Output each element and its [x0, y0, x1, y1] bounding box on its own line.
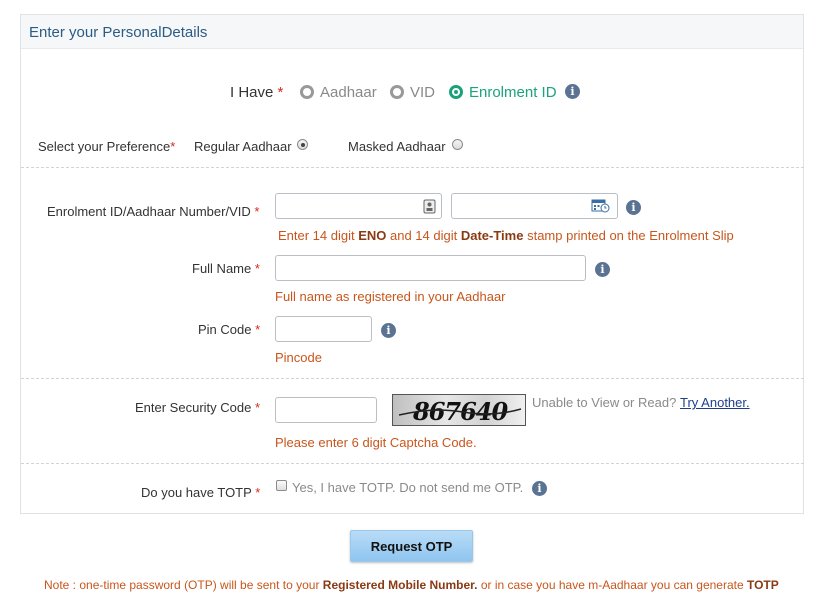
enrolment-id-radio[interactable]: [449, 85, 463, 99]
enrolment-hint: Enter 14 digit ENO and 14 digit Date-Tim…: [278, 228, 734, 243]
info-icon[interactable]: i: [595, 262, 610, 277]
totp-checkbox-label[interactable]: Yes, I have TOTP. Do not send me OTP.: [292, 480, 523, 495]
captcha-hint: Please enter 6 digit Captcha Code.: [275, 435, 477, 450]
panel-header: Enter your PersonalDetails: [21, 15, 803, 49]
enrolment-id-option-label[interactable]: Enrolment ID: [469, 84, 557, 101]
pin-code-hint: Pincode: [275, 350, 322, 365]
calendar-clock-icon: [591, 199, 610, 213]
id-type-label: I Have *: [230, 84, 284, 101]
captcha-image: 867640: [392, 394, 526, 426]
pin-code-label: Pin Code *: [198, 322, 261, 337]
aadhaar-radio[interactable]: [300, 85, 314, 99]
masked-aadhaar-radio[interactable]: [452, 139, 463, 150]
aadhaar-option-label[interactable]: Aadhaar: [320, 84, 377, 101]
vid-radio[interactable]: [390, 85, 404, 99]
full-name-hint: Full name as registered in your Aadhaar: [275, 289, 506, 304]
try-another-link[interactable]: Try Another.: [680, 395, 750, 410]
divider: [21, 167, 804, 168]
security-code-label: Enter Security Code *: [135, 400, 261, 415]
divider: [21, 463, 804, 464]
totp-checkbox[interactable]: [276, 480, 287, 491]
request-otp-button[interactable]: Request OTP: [350, 530, 473, 562]
info-icon[interactable]: i: [626, 200, 641, 215]
otp-note: Note : one-time password (OTP) will be s…: [44, 578, 779, 592]
info-icon[interactable]: i: [532, 481, 547, 496]
panel-title: Enter your PersonalDetails: [29, 24, 208, 41]
full-name-input[interactable]: [275, 255, 586, 281]
enrolment-id-label: Enrolment ID/Aadhaar Number/VID *: [47, 204, 260, 219]
vid-option-label[interactable]: VID: [410, 84, 435, 101]
eno-input[interactable]: [275, 193, 442, 219]
regular-aadhaar-label[interactable]: Regular Aadhaar: [194, 139, 292, 154]
pin-code-input[interactable]: [275, 316, 372, 342]
regular-aadhaar-radio[interactable]: [297, 139, 308, 150]
divider: [21, 378, 804, 379]
info-icon[interactable]: i: [381, 323, 396, 338]
captcha-noise: [398, 408, 522, 416]
unable-to-read-text: Unable to View or Read?: [532, 395, 677, 410]
preference-label: Select your Preference*: [38, 139, 176, 154]
masked-aadhaar-label[interactable]: Masked Aadhaar: [348, 139, 446, 154]
security-code-input[interactable]: [275, 397, 377, 423]
info-icon[interactable]: i: [565, 84, 580, 99]
contact-card-icon: [423, 199, 436, 214]
full-name-label: Full Name *: [192, 261, 260, 276]
totp-label: Do you have TOTP *: [141, 485, 261, 500]
